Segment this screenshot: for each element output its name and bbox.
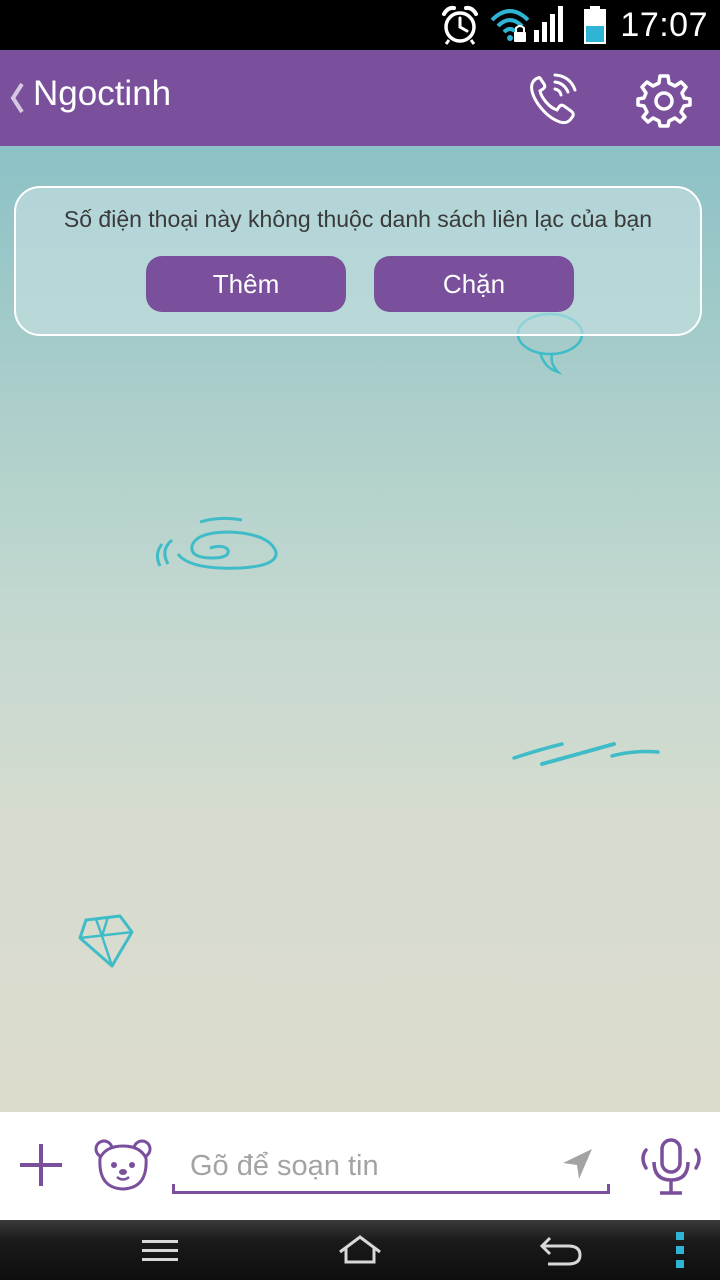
overflow-icon[interactable]	[674, 1230, 686, 1275]
gear-icon[interactable]	[636, 72, 692, 128]
signal-icon	[532, 4, 566, 51]
message-placeholder: Gõ để soạn tin	[190, 1150, 379, 1182]
viber-call-icon[interactable]	[524, 70, 582, 128]
unknown-contact-notice: Số điện thoại này không thuộc danh sách …	[14, 186, 702, 336]
conversation-header: Ngoctinh	[0, 50, 720, 146]
battery-icon	[582, 4, 608, 51]
menu-icon[interactable]	[142, 1238, 178, 1269]
add-contact-button[interactable]: Thêm	[146, 256, 346, 312]
home-icon[interactable]	[338, 1234, 382, 1271]
swirl-doodle-icon	[155, 516, 278, 570]
send-arrow-icon[interactable]	[560, 1146, 596, 1182]
notice-text: Số điện thoại này không thuộc danh sách …	[63, 206, 653, 232]
message-composer: Gõ để soạn tin	[0, 1112, 720, 1220]
lines-doodle-icon	[512, 742, 660, 766]
clock: 17:07	[620, 6, 708, 44]
alarm-icon	[440, 4, 480, 51]
block-contact-button[interactable]: Chặn	[374, 256, 574, 312]
wifi-icon	[490, 4, 530, 51]
back-chevron-icon[interactable]	[8, 78, 28, 118]
plus-icon[interactable]	[16, 1140, 66, 1190]
back-icon[interactable]	[538, 1234, 584, 1273]
microphone-icon[interactable]	[638, 1136, 704, 1198]
system-nav-bar	[0, 1220, 720, 1280]
diamond-doodle-icon	[78, 914, 134, 968]
contact-name[interactable]: Ngoctinh	[33, 74, 171, 114]
bear-sticker-icon[interactable]	[94, 1138, 152, 1192]
status-bar: 17:07	[0, 0, 720, 50]
message-input[interactable]: Gõ để soạn tin	[172, 1138, 610, 1194]
